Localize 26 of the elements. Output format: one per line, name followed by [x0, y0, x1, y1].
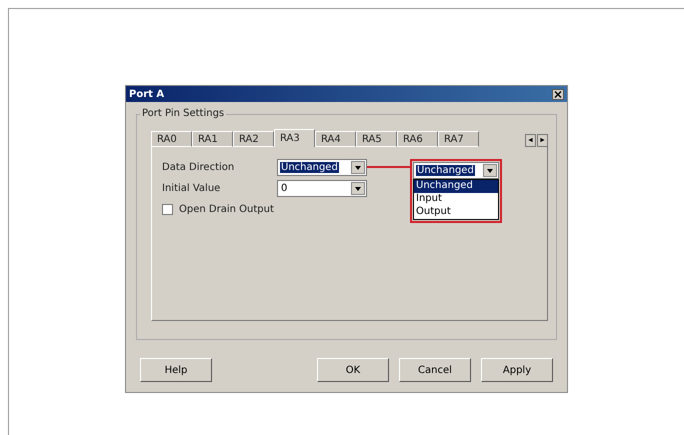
dialog-button[interactable]: Cancel [399, 358, 471, 382]
group-title: Port Pin Settings [140, 108, 226, 119]
tab[interactable]: RA5 [356, 131, 397, 147]
dropdown-arrow-icon [487, 168, 493, 172]
field-label: Initial Value [162, 183, 222, 194]
checkbox-label: Open Drain Output [179, 204, 274, 215]
window-title: Port A [129, 88, 164, 100]
tab[interactable]: RA1 [192, 131, 233, 147]
tab[interactable]: RA4 [315, 131, 356, 147]
tab[interactable]: RA2 [233, 131, 274, 147]
dropdown-option[interactable]: Unchanged [414, 180, 498, 193]
dropdown-arrow-icon [355, 166, 361, 170]
field-label: Data Direction [162, 162, 236, 173]
dropdown-field[interactable]: 0 [277, 180, 367, 197]
help-button[interactable]: Help [140, 358, 212, 382]
dropdown-field[interactable]: Unchanged [277, 159, 367, 176]
dialog-button[interactable]: OK [317, 358, 389, 382]
tab[interactable]: RA7 [438, 131, 479, 147]
tab[interactable]: RA3 [274, 129, 315, 147]
dropdown-arrow-icon [355, 186, 361, 190]
tab[interactable]: RA6 [397, 131, 438, 147]
dialog-button[interactable]: Apply [481, 358, 553, 382]
checkbox[interactable] [162, 204, 173, 215]
close-icon[interactable] [552, 88, 564, 100]
dropdown-field[interactable]: Unchanged [413, 162, 499, 179]
tab[interactable]: RA0 [151, 131, 192, 147]
